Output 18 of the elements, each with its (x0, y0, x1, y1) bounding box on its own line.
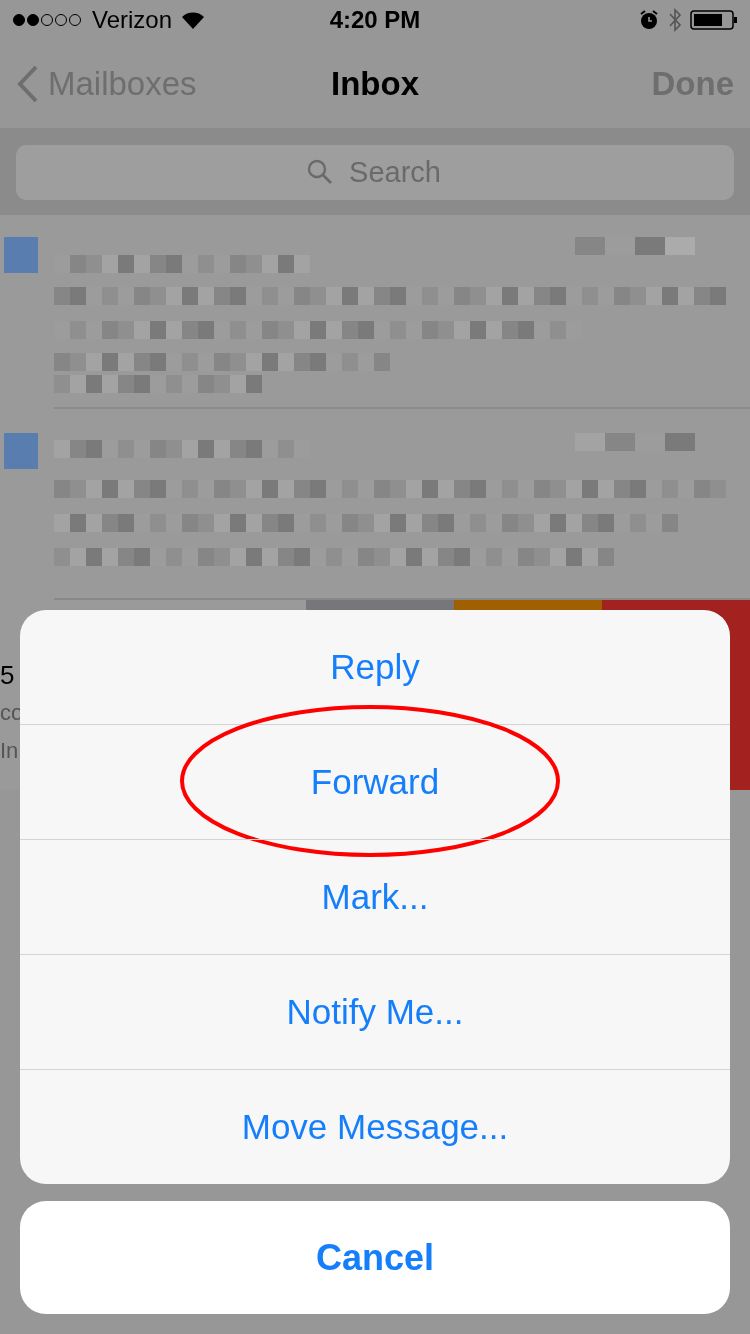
message-text: 5 (0, 660, 16, 690)
message-text: In (0, 737, 20, 765)
sheet-option[interactable]: Mark... (305, 869, 445, 925)
battery-icon (690, 9, 738, 31)
carrier-name: Verizon (92, 6, 173, 34)
sheet-option[interactable]: Reply (314, 639, 436, 695)
signal-icon (12, 13, 84, 27)
status-time: 4:20 PM (329, 6, 421, 34)
sheet-option[interactable]: Move Message... (225, 1099, 525, 1155)
search-icon (306, 158, 334, 186)
wifi-icon (180, 10, 207, 30)
cancel-button[interactable]: Cancel (20, 1201, 730, 1314)
inbox-title: Inbox (331, 65, 419, 103)
chevron-left-icon (16, 64, 40, 104)
sheet-option[interactable]: Forward (294, 754, 456, 810)
bluetooth-icon (668, 7, 682, 33)
sheet-option[interactable]: Notify Me... (270, 984, 480, 1040)
alarm-icon (638, 9, 660, 31)
